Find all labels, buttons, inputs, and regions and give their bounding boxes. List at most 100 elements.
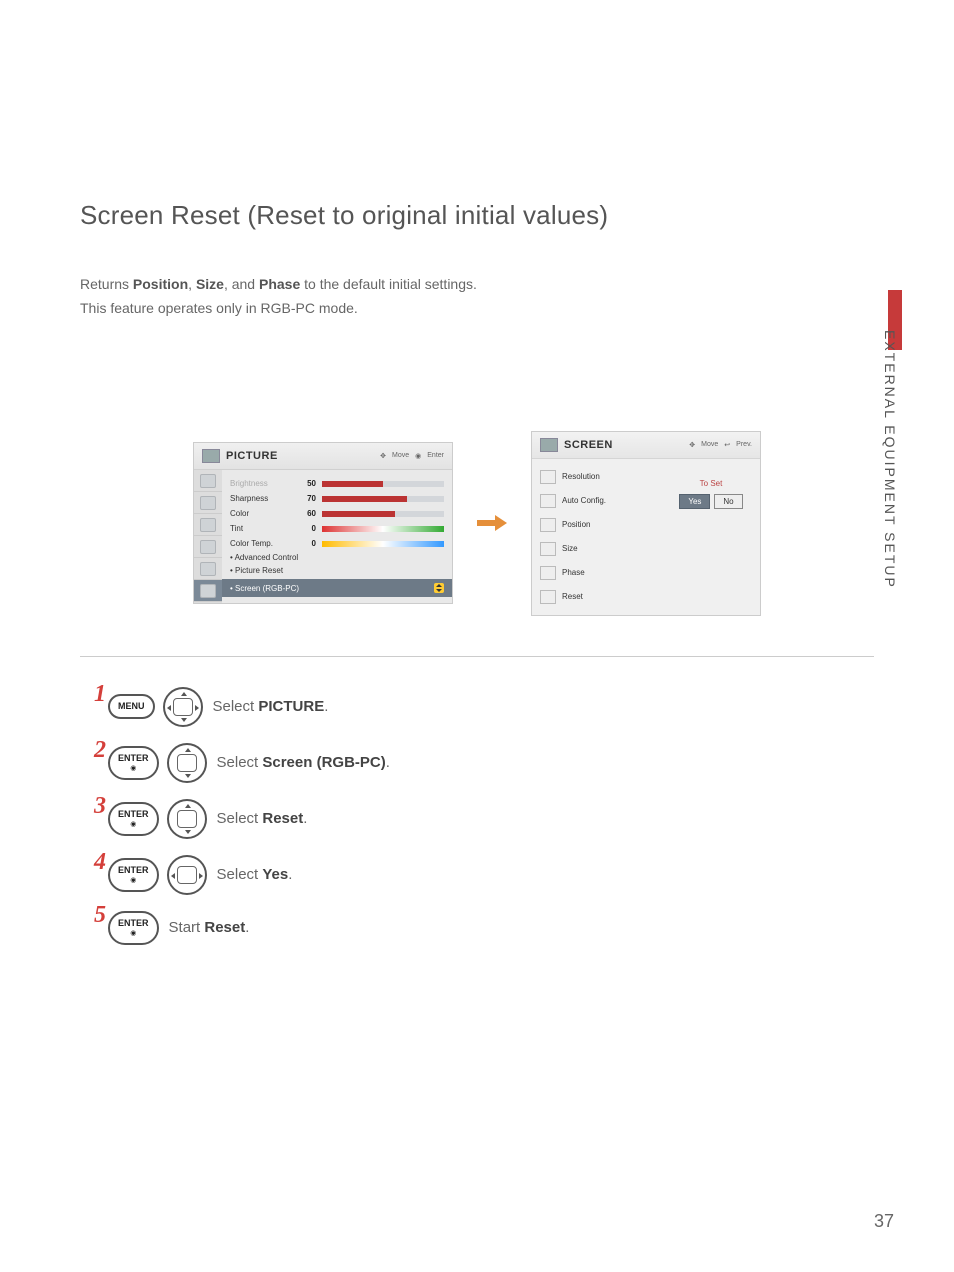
param-label: Color Temp. [230, 539, 292, 548]
enter-button[interactable]: ENTER◉ [108, 802, 159, 836]
screen-item-resolution[interactable]: Resolution [540, 465, 654, 489]
screen-list: Resolution Auto Config. Position Size Ph… [532, 459, 662, 615]
intro-sep2: , and [224, 276, 259, 292]
enter-button[interactable]: ENTER◉ [108, 858, 159, 892]
intro-position: Position [133, 276, 188, 292]
param-screen-rgbpc-selected[interactable]: • Screen (RGB-PC) [222, 579, 452, 597]
dpad-ud-icon[interactable] [167, 799, 207, 839]
page-title: Screen Reset (Reset to original initial … [80, 200, 874, 231]
param-label: Brightness [230, 479, 292, 488]
dpad-nav-icon[interactable] [163, 687, 203, 727]
t: Screen (RGB-PC) [262, 754, 385, 771]
item-icon [540, 542, 556, 556]
step-instruction: Select Screen (RGB-PC). [217, 754, 390, 771]
arrow-icon [477, 516, 507, 530]
t: PICTURE [258, 698, 324, 715]
sidebar-slot [194, 558, 222, 580]
dpad-ud-icon[interactable] [167, 743, 207, 783]
steps: 1 MENU Select PICTURE. 2 ENTER◉ Select S… [80, 687, 874, 945]
step-number: 1 [88, 681, 106, 708]
item-icon [540, 590, 556, 604]
step-number: 4 [88, 849, 106, 876]
param-selected-label: Screen (RGB-PC) [235, 584, 299, 593]
section-label: EXTERNAL EQUIPMENT SETUP [882, 330, 898, 589]
t: . [386, 754, 390, 771]
item-label: Position [562, 520, 590, 529]
enter-button[interactable]: ENTER◉ [108, 746, 159, 780]
sidebar-slot [194, 492, 222, 514]
screen-item-phase[interactable]: Phase [540, 561, 654, 585]
param-color: Color 60 [230, 506, 444, 521]
param-label: Color [230, 509, 292, 518]
osd-screen-header: SCREEN ✥ Move ↩ Prev. [532, 432, 760, 459]
param-tint: Tint 0 [230, 521, 444, 536]
osd-params: Brightness 50 Sharpness 70 Color 60 [222, 470, 452, 603]
intro-sep1: , [188, 276, 196, 292]
enter-button-label: ENTER [118, 810, 149, 819]
intro-phase: Phase [259, 276, 300, 292]
param-bar [322, 511, 444, 517]
hint-move: Move [392, 452, 409, 460]
enter-button-label: ENTER [118, 754, 149, 763]
param-fill [322, 496, 407, 502]
enter-button[interactable]: ENTER ◉ [108, 911, 159, 945]
step-number: 3 [88, 793, 106, 820]
yes-button[interactable]: Yes [679, 494, 710, 509]
step-5: 5 ENTER◉ Start Reset. [80, 911, 874, 945]
param-value: 50 [298, 479, 316, 488]
t: Start [169, 919, 205, 936]
sidebar-icon [200, 562, 216, 576]
param-value: 60 [298, 509, 316, 518]
osd-picture-header: PICTURE ✥ Move ◉ Enter [194, 443, 452, 470]
screen-item-size[interactable]: Size [540, 537, 654, 561]
step-instruction: Select Yes. [217, 866, 293, 883]
t: Select [213, 698, 259, 715]
t: Select [217, 866, 263, 883]
menu-button[interactable]: MENU [108, 694, 155, 719]
osd-picture-panel: PICTURE ✥ Move ◉ Enter [193, 442, 453, 604]
screen-confirm: To Set Yes No [662, 459, 760, 615]
param-bar [322, 481, 444, 487]
enter-dot-icon: ◉ [130, 930, 136, 937]
param-advanced: • Advanced Control [230, 551, 444, 564]
sidebar-icon [200, 474, 216, 488]
step-4: 4 ENTER◉ Select Yes. [80, 855, 874, 895]
screen-item-position[interactable]: Position [540, 513, 654, 537]
param-value: 0 [298, 539, 316, 548]
item-icon [540, 518, 556, 532]
item-icon [540, 470, 556, 484]
step-instruction: Start Reset. [169, 919, 250, 936]
side-tab: EXTERNAL EQUIPMENT SETUP [876, 310, 898, 610]
intro-text: Returns Position, Size, and Phase to the… [80, 273, 874, 321]
hint-move-icon: ✥ [689, 441, 695, 449]
param-colortemp: Color Temp. 0 [230, 536, 444, 551]
step-number: 5 [88, 902, 106, 929]
screen-item-autoconfig[interactable]: Auto Config. [540, 489, 654, 513]
picture-icon [202, 449, 220, 463]
param-fill [322, 481, 383, 487]
item-label: Resolution [562, 472, 600, 481]
enter-button-label: ENTER [118, 919, 149, 928]
intro-size: Size [196, 276, 224, 292]
hint-move-text: Move [701, 441, 718, 449]
osd-sidebar [194, 470, 222, 603]
t: . [324, 698, 328, 715]
osd-screen-panel: SCREEN ✥ Move ↩ Prev. Resolution Auto Co… [531, 431, 761, 616]
t: Reset [204, 919, 245, 936]
divider [80, 656, 874, 657]
item-icon [540, 566, 556, 580]
no-button[interactable]: No [714, 494, 742, 509]
hint-prev-icon: ↩ [724, 441, 730, 449]
enter-dot-icon: ◉ [130, 877, 136, 884]
dpad-lr-icon[interactable] [167, 855, 207, 895]
sidebar-slot [194, 470, 222, 492]
param-bar [322, 526, 444, 532]
screen-item-reset[interactable]: Reset [540, 585, 654, 609]
menu-button-label: MENU [118, 702, 145, 711]
item-label: Size [562, 544, 578, 553]
t: Select [217, 754, 263, 771]
step-instruction: Select PICTURE. [213, 698, 329, 715]
t: . [288, 866, 292, 883]
item-label: Phase [562, 568, 585, 577]
param-value: 0 [298, 524, 316, 533]
